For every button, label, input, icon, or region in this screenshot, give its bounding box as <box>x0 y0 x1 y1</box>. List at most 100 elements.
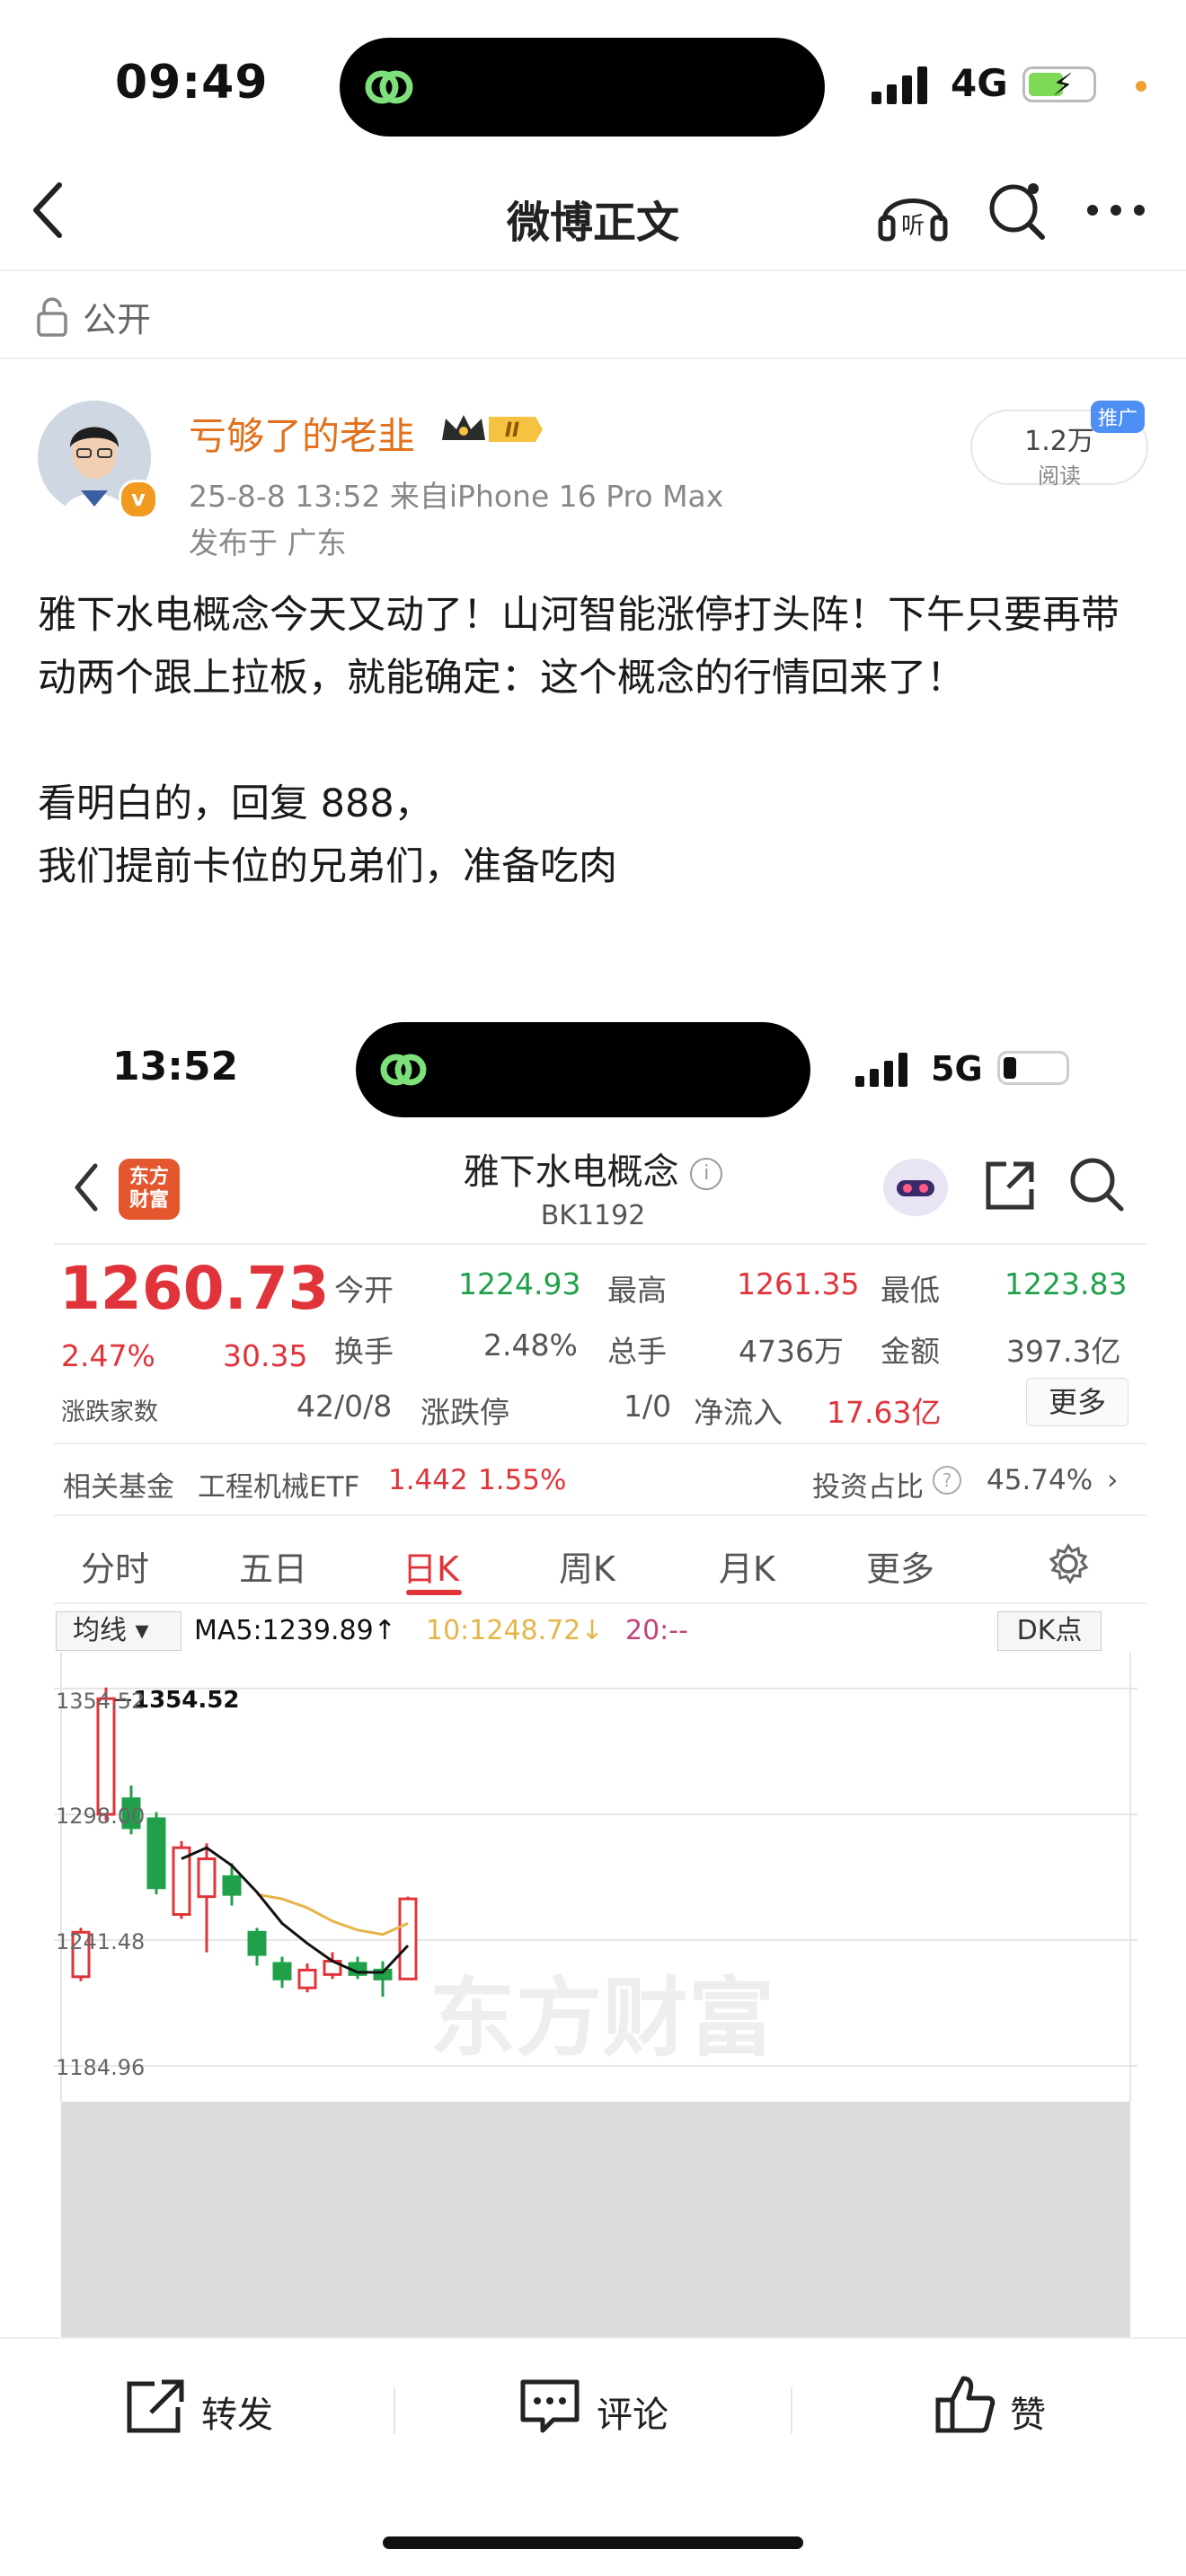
home-indicator <box>383 2536 803 2549</box>
fund-ratio: 45.74% <box>987 1464 1093 1496</box>
post-line: 雅下水电概念今天又动了！山河智能涨停打头阵！下午只要再带动两个跟上拉板，就能确定… <box>38 593 1120 701</box>
post-line <box>38 710 1152 772</box>
y-tick-label: 1298.00 <box>56 1804 145 1829</box>
battery-icon: ⚡ <box>1022 66 1096 103</box>
like-button[interactable]: 赞 <box>1010 2386 1046 2438</box>
amount-value: 397.3亿 <box>1006 1334 1121 1369</box>
limit-label: 涨跌停 <box>420 1395 509 1430</box>
help-icon: ? <box>933 1466 961 1495</box>
comment-icon[interactable] <box>518 2377 582 2436</box>
updown-label: 涨跌家数 <box>61 1398 158 1426</box>
low-label: 最低 <box>881 1273 940 1308</box>
post-line: 看明白的，回复 888， <box>38 781 433 826</box>
divider <box>791 2387 792 2434</box>
fund-price: 1.442 <box>388 1464 468 1496</box>
candle-body <box>222 1875 242 1896</box>
y-tick-label: 1354.52 <box>56 1689 145 1714</box>
indicator-select: 均线 ▾ <box>56 1611 181 1651</box>
amount-label: 金额 <box>881 1334 940 1369</box>
open-value: 1224.93 <box>458 1266 581 1301</box>
post-meta: 25-8-8 13:52 来自iPhone 16 Pro Max <box>189 479 724 514</box>
image-search-icon <box>1070 1158 1124 1212</box>
image-network-type: 5G <box>931 1049 983 1089</box>
svg-text:听: 听 <box>901 213 925 240</box>
image-more-button: 更多 <box>1026 1378 1128 1426</box>
y-tick-label: 1241.48 <box>56 1929 145 1954</box>
index-change-abs: 30.35 <box>223 1338 308 1373</box>
author-name[interactable]: 亏够了的老韭 <box>189 406 415 461</box>
fund-ratio-label: 投资占比 <box>812 1471 924 1504</box>
candle-body <box>297 1968 317 1989</box>
volume-pane-placeholder <box>61 2102 1130 2337</box>
ma5-readout: MA5:1239.89↑ <box>194 1615 396 1646</box>
post-line: 我们提前卡位的兄弟们，准备吃肉 <box>38 844 617 889</box>
settings-gear-icon <box>1049 1543 1089 1584</box>
visibility-row: 公开 <box>36 292 151 341</box>
network-type: 4G <box>951 61 1008 105</box>
crown-level-icon[interactable]: II <box>438 410 546 449</box>
read-label: 阅读 <box>1038 463 1081 489</box>
updown-value: 42/0/8 <box>296 1389 393 1424</box>
verified-badge: v <box>119 480 158 519</box>
image-dynamic-island <box>356 1022 810 1117</box>
candle-body <box>96 1697 116 1816</box>
high-label: 最高 <box>607 1273 667 1308</box>
index-price: 1260.73 <box>59 1254 330 1323</box>
inflow-label: 净流入 <box>694 1395 783 1430</box>
link-app-icon <box>365 70 413 104</box>
ma10-readout: 10:1248.72↓ <box>426 1615 604 1646</box>
tab-5day: 五日 <box>239 1549 308 1589</box>
turnover-label: 换手 <box>334 1334 394 1369</box>
like-icon[interactable] <box>934 2373 997 2436</box>
more-icon[interactable] <box>1085 201 1146 219</box>
image-signal-icon <box>855 1053 907 1087</box>
fund-name: 工程机械ETF <box>198 1471 360 1504</box>
status-time: 09:49 <box>115 56 269 110</box>
tab-daily-k: 日K <box>403 1549 459 1589</box>
tab-weekly-k: 周K <box>559 1549 615 1589</box>
image-stock-title-text: 雅下水电概念 <box>463 1151 679 1193</box>
fund-pct: 1.55% <box>478 1464 567 1496</box>
divider <box>54 1442 1146 1444</box>
repost-icon[interactable] <box>124 2377 187 2436</box>
inflow-value: 17.63亿 <box>827 1395 942 1430</box>
link-app-icon <box>380 1054 427 1086</box>
robot-avatar-icon <box>883 1159 948 1216</box>
repost-button[interactable]: 转发 <box>201 2386 273 2438</box>
candle-body <box>247 1930 267 1956</box>
fund-label: 相关基金 <box>63 1471 174 1504</box>
visibility-label: 公开 <box>83 300 152 340</box>
active-tab-underline <box>406 1590 462 1595</box>
headphones-icon[interactable]: 听 <box>875 176 951 244</box>
candle-body <box>146 1817 166 1890</box>
candle-body <box>197 1857 217 1899</box>
search-icon[interactable] <box>983 176 1051 244</box>
candle-body <box>272 1962 292 1981</box>
index-change-pct: 2.47% <box>61 1338 155 1373</box>
indicator-select-value: 均线 <box>73 1615 127 1646</box>
share-icon <box>986 1161 1034 1210</box>
level-text: II <box>505 419 519 442</box>
divider <box>394 2387 395 2434</box>
image-battery-icon <box>997 1051 1069 1085</box>
privacy-dot <box>1136 81 1146 92</box>
max-annotation-label: 1354.52 <box>133 1687 239 1714</box>
turnover-value: 2.48% <box>483 1328 578 1363</box>
divider <box>54 1514 1146 1516</box>
post-body: 雅下水电概念今天又动了！山河智能涨停打头阵！下午只要再带动两个跟上拉板，就能确定… <box>38 584 1152 898</box>
limit-value: 1/0 <box>624 1389 672 1424</box>
ma20-readout: 20:-- <box>625 1615 688 1646</box>
dynamic-island <box>340 38 825 137</box>
divider <box>54 1243 1146 1245</box>
promote-tag[interactable]: 推广 <box>1091 401 1146 433</box>
divider <box>0 357 1186 359</box>
volume-label: 总手 <box>607 1334 667 1369</box>
tab-more: 更多 <box>866 1549 935 1589</box>
tab-intraday: 分时 <box>81 1549 150 1589</box>
low-value: 1223.83 <box>1005 1266 1128 1301</box>
high-value: 1261.35 <box>737 1266 860 1301</box>
post-location: 发布于 广东 <box>189 525 347 560</box>
comment-button[interactable]: 评论 <box>597 2386 668 2438</box>
chart-watermark: 东方财富 <box>429 1968 774 2069</box>
image-status-time: 13:52 <box>112 1044 239 1090</box>
